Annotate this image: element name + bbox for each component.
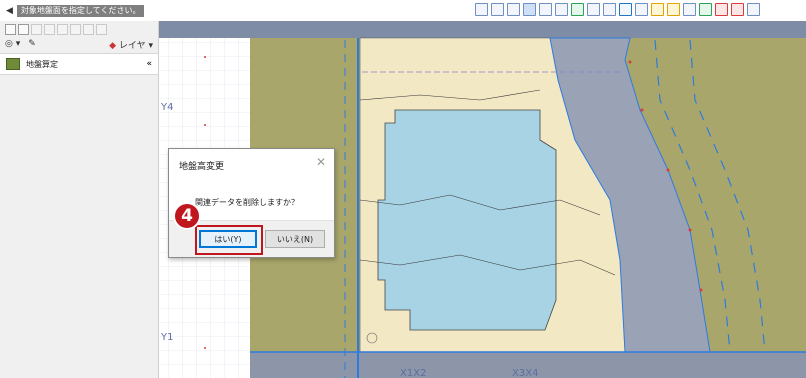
step-number-badge: 4 [173, 202, 201, 230]
light-icon[interactable] [651, 3, 664, 16]
select-icon[interactable] [523, 3, 536, 16]
table-icon[interactable] [747, 3, 760, 16]
edit-tool-icon[interactable] [18, 23, 29, 35]
close-icon[interactable]: ✕ [316, 155, 326, 169]
layer-icon[interactable] [555, 3, 568, 16]
sidebar-option-row: ◎ ▾ ✎ ◆ レイヤ ▾ [0, 37, 158, 51]
arrow-tool-icon[interactable] [70, 23, 81, 35]
pen-icon[interactable]: ✎ [28, 39, 36, 49]
yes-button-highlight [195, 225, 263, 255]
redo-icon[interactable] [635, 3, 648, 16]
measure-icon[interactable] [571, 3, 584, 16]
panel-header[interactable]: 地盤算定 « [0, 53, 158, 75]
panel-title: 地盤算定 [26, 59, 58, 69]
layer-icon: ◆ [109, 40, 116, 51]
sidebar-tool-row [0, 21, 158, 37]
move-icon[interactable] [715, 3, 728, 16]
grid-tool-icon[interactable] [83, 23, 94, 35]
collapse-icon[interactable]: « [146, 59, 152, 69]
axis-label-x3x4: X3X4 [512, 368, 538, 378]
chevron-down-icon: ▾ [148, 40, 153, 51]
person-icon[interactable] [683, 3, 696, 16]
tree-icon[interactable] [699, 3, 712, 16]
layer-button[interactable]: ◆ レイヤ ▾ [109, 38, 153, 51]
select-tool-icon[interactable] [5, 23, 16, 35]
axis-label-y1: Y1 [160, 332, 173, 343]
view-icon[interactable] [475, 3, 488, 16]
dialog-message: 関連データを削除しますか？ [195, 198, 299, 207]
sidebar: ◎ ▾ ✎ ◆ レイヤ ▾ 地盤算定 « [0, 21, 159, 378]
display-icon[interactable] [587, 3, 600, 16]
snap-mode-icon[interactable]: ◎ ▾ [5, 39, 20, 49]
axis-label-x1x2: X1X2 [400, 368, 426, 378]
toolbar-icons [475, 3, 760, 16]
layer-label: レイヤ [118, 40, 146, 51]
paint-icon[interactable] [667, 3, 680, 16]
copy-icon[interactable] [731, 3, 744, 16]
line-tool-icon[interactable] [44, 23, 55, 35]
dialog-title: 地盤高変更 [179, 162, 225, 172]
filter-icon[interactable] [507, 3, 520, 16]
more-tool-icon[interactable] [96, 23, 107, 35]
back-icon[interactable]: ◀ [6, 6, 13, 16]
building-footprint [377, 109, 557, 331]
undo-icon[interactable] [619, 3, 632, 16]
zoom-icon[interactable] [603, 3, 616, 16]
top-toolbar: ◀ 対象地盤面を指定してください。 [0, 0, 806, 22]
ground-calc-icon [6, 58, 20, 70]
no-button[interactable]: いいえ(N) [265, 230, 325, 248]
road-strip-top [159, 21, 806, 38]
snap-icon[interactable] [539, 3, 552, 16]
hint-message: 対象地盤面を指定してください。 [16, 5, 145, 17]
hint-bar: ◀ 対象地盤面を指定してください。 [6, 5, 145, 17]
grid-icon[interactable] [491, 3, 504, 16]
axis-label-y4: Y4 [160, 102, 173, 113]
delete-tool-icon[interactable] [31, 23, 42, 35]
cut-tool-icon[interactable] [57, 23, 68, 35]
